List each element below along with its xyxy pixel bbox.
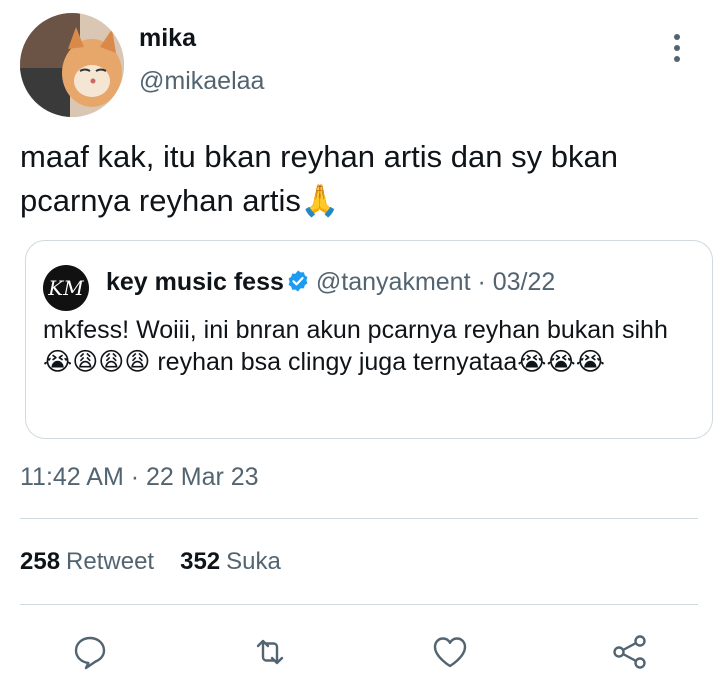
quoted-tweet-header: key music fess @tanyakment · 03/22 — [106, 268, 555, 297]
retweet-label[interactable]: Retweet — [66, 548, 154, 575]
reply-icon[interactable] — [70, 632, 110, 672]
retweet-icon[interactable] — [250, 632, 290, 672]
like-label[interactable]: Suka — [226, 548, 281, 575]
avatar-image — [20, 13, 124, 117]
quoted-author-avatar[interactable]: KM — [43, 265, 89, 311]
quoted-author-name: key music fess — [106, 268, 284, 296]
author-avatar[interactable] — [20, 13, 124, 117]
author-handle[interactable]: @mikaelaa — [139, 67, 264, 96]
tweet-text: maaf kak, itu bkan reyhan artis dan sy b… — [20, 139, 618, 218]
quoted-author-handle: @tanyakment — [315, 268, 471, 296]
like-count[interactable]: 352 — [180, 548, 220, 575]
heart-icon[interactable] — [430, 632, 470, 672]
tweet-timestamp[interactable]: 11:42 AM · 22 Mar 23 — [20, 463, 259, 492]
engagement-stats: 258 Retweet 352 Suka — [20, 548, 307, 576]
quoted-tweet[interactable]: KM key music fess @tanyakment · 03/22 mk… — [25, 240, 713, 439]
divider — [20, 518, 698, 519]
verified-badge-icon — [288, 270, 308, 292]
quoted-tweet-text: mkfess! Woiii, ini bnran akun pcarnya re… — [43, 316, 668, 376]
quoted-tweet-date: · 03/22 — [470, 268, 556, 296]
more-vertical-icon[interactable] — [666, 34, 688, 66]
author-name[interactable]: mika — [139, 24, 196, 53]
share-icon[interactable] — [610, 632, 650, 672]
retweet-count[interactable]: 258 — [20, 548, 60, 575]
divider — [20, 604, 698, 605]
